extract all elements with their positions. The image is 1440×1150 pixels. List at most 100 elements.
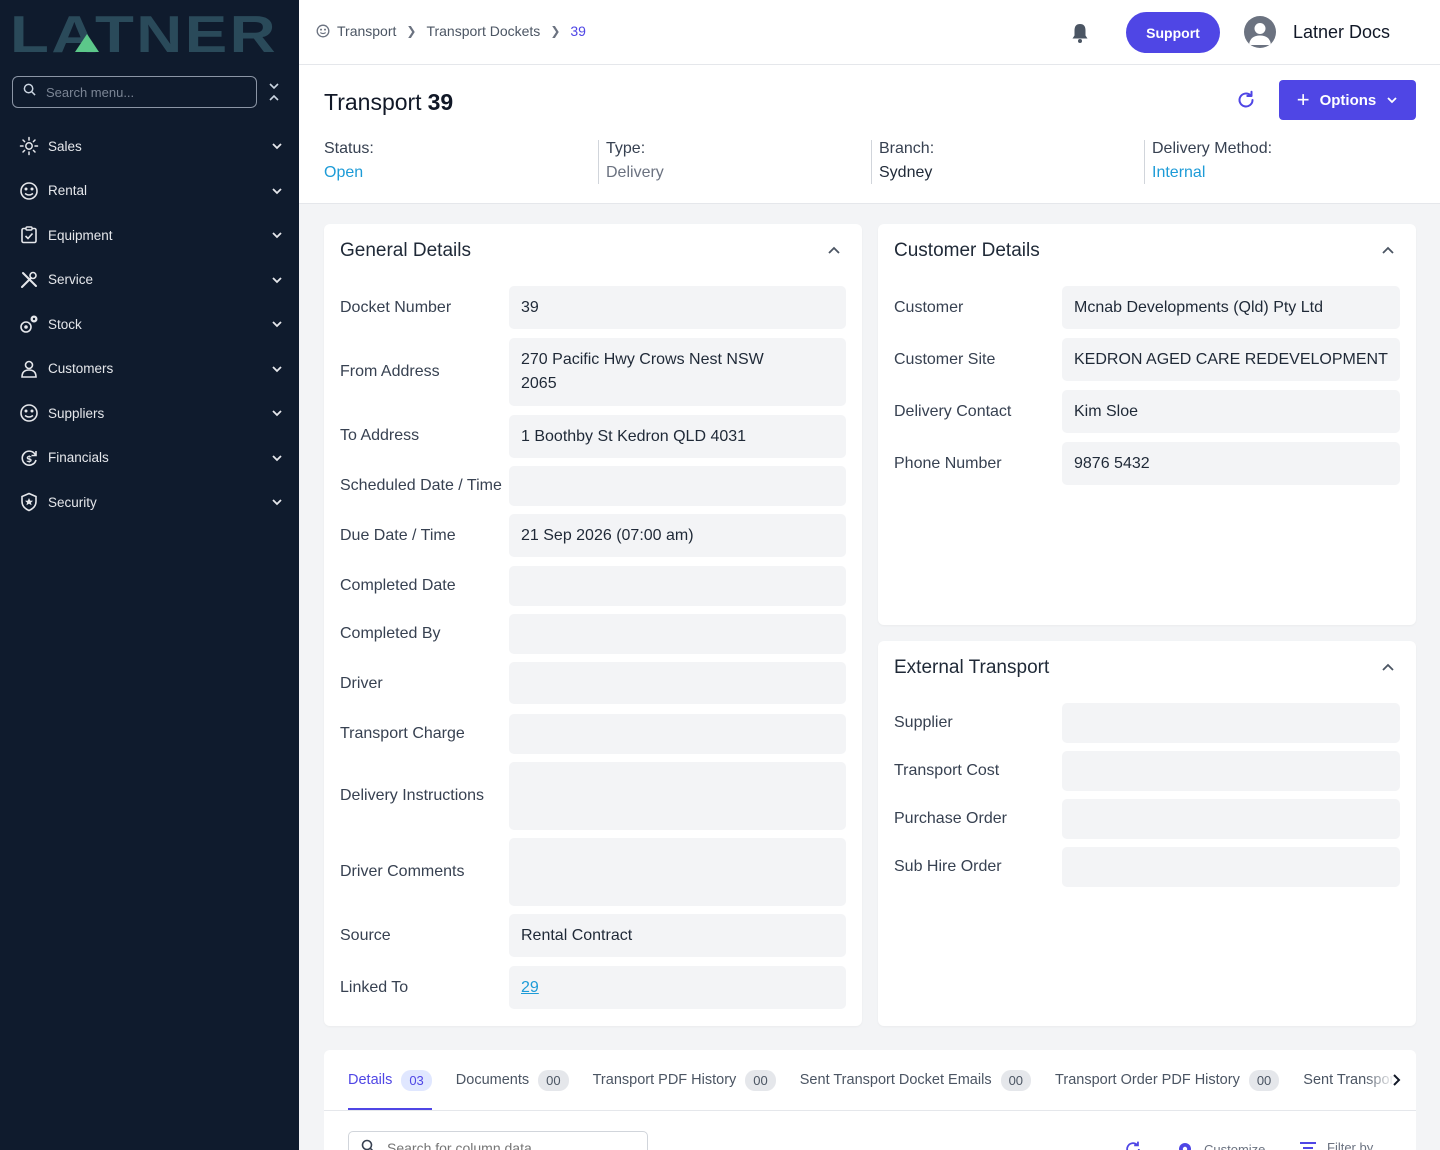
branch-value: Sydney [879,164,933,181]
driver-comments-field[interactable] [509,838,846,906]
chevron-up-icon[interactable] [1381,661,1395,673]
transport-cost-field[interactable] [1062,751,1400,791]
linked-to-link[interactable]: 29 [521,976,539,1000]
tab-label: Transport PDF History [592,1072,737,1088]
purchase-order-label: Purchase Order [894,810,1007,827]
from-address-field[interactable]: 270 Pacific Hwy Crows Nest NSW 2065 [509,338,846,406]
collapse-sidebar-icon[interactable] [268,82,284,102]
customize-button[interactable]: Customize [1176,1140,1265,1150]
tab-transport-pdf-history[interactable]: Transport PDF History 00 [593,1050,776,1110]
latner-logo[interactable]: LATNER [10,12,280,54]
sidebar-item-equipment[interactable]: Equipment [0,213,299,258]
search-icon [23,83,36,101]
filter-button[interactable]: Filter by [1299,1140,1373,1150]
tab-documents[interactable]: Documents 00 [456,1050,569,1110]
transport-charge-field[interactable] [509,714,846,754]
customers-icon [18,358,40,380]
phone-number-field[interactable]: 9876 5432 [1062,442,1400,485]
delivery-contact-field[interactable]: Kim Sloe [1062,390,1400,433]
source-field[interactable]: Rental Contract [509,914,846,957]
sub-hire-order-field[interactable] [1062,847,1400,887]
delivery-method-stat: Delivery Method: Internal [1144,140,1272,184]
type-label: Type: [606,140,646,157]
sidebar-item-rental[interactable]: Rental [0,169,299,214]
sidebar-item-label: Stock [48,316,82,332]
supplier-field[interactable] [1062,703,1400,743]
general-details-card: General Details Docket Number 39 From Ad… [324,224,862,1026]
general-details-title: General Details [340,240,471,261]
completed-date-label: Completed Date [340,577,456,594]
tab-sent-transport-docket-emails[interactable]: Sent Transport Docket Emails 00 [799,1050,1032,1110]
sidebar-item-security[interactable]: Security [0,480,299,525]
rental-icon [18,180,40,202]
column-search-input[interactable] [387,1140,637,1150]
customer-field[interactable]: Mcnab Developments (Qld) Pty Ltd [1062,286,1400,329]
scheduled-date-label: Scheduled Date / Time [340,477,502,494]
menu-search[interactable] [12,76,257,108]
from-address-label: From Address [340,363,440,380]
chevron-down-icon [272,499,282,506]
customer-details-title: Customer Details [894,240,1040,261]
menu-search-input[interactable] [46,84,236,100]
source-label: Source [340,927,391,944]
customer-label: Customer [894,299,964,316]
svg-text:LATNER: LATNER [10,12,278,54]
delivery-contact-label: Delivery Contact [894,403,1012,420]
tab-count-badge: 00 [745,1069,776,1091]
svg-text:$: $ [26,455,32,465]
phone-number-label: Phone Number [894,455,1002,472]
support-button[interactable]: Support [1126,12,1220,53]
driver-field[interactable] [509,662,846,704]
sidebar-item-label: Security [48,494,97,510]
tab-label: Transport Order PDF History [1055,1072,1240,1088]
scheduled-date-field[interactable] [509,466,846,506]
customer-site-field[interactable]: KEDRON AGED CARE REDEVELOPMENT [1062,338,1400,381]
tab-transport-order-pdf-history[interactable]: Transport Order PDF History 00 [1055,1050,1280,1110]
delivery-instructions-label: Delivery Instructions [340,787,485,804]
user-name[interactable]: Latner Docs [1293,22,1390,43]
notification-bell-icon[interactable] [1070,22,1092,46]
related-records-panel: Details 03 Documents 00 Transport PDF Hi… [324,1050,1416,1150]
driver-label: Driver [340,675,383,692]
chevron-up-icon[interactable] [1381,244,1395,256]
options-label: Options [1319,91,1377,109]
column-search[interactable] [348,1131,648,1150]
tab-details[interactable]: Details 03 [348,1050,432,1110]
sidebar-item-label: Financials [48,450,109,466]
tab-count-badge: 00 [1248,1069,1280,1091]
service-icon [18,269,40,291]
completed-by-field[interactable] [509,614,846,654]
due-date-label: Due Date / Time [340,527,456,544]
sidebar-item-sales[interactable]: Sales [0,124,299,169]
options-button[interactable]: + Options [1279,80,1416,120]
breadcrumb: Transport ❯ Transport Dockets ❯ 39 [316,23,586,39]
sidebar-item-service[interactable]: Service [0,258,299,303]
to-address-field[interactable]: 1 Boothby St Kedron QLD 4031 [509,415,846,458]
sidebar-item-financials[interactable]: $ Financials [0,436,299,481]
branch-label: Branch: [879,140,935,157]
chevron-up-icon[interactable] [827,244,841,256]
customer-details-card: Customer Details Customer Mcnab Developm… [878,224,1416,625]
delivery-instructions-field[interactable] [509,762,846,830]
breadcrumb-transport-dockets[interactable]: Transport Dockets [426,23,540,39]
purchase-order-field[interactable] [1062,799,1400,839]
sidebar-item-customers[interactable]: Customers [0,347,299,392]
sidebar-item-stock[interactable]: Stock [0,302,299,347]
customer-site-label: Customer Site [894,351,996,368]
avatar[interactable] [1244,16,1276,48]
sidebar-item-label: Customers [48,361,114,377]
sidebar-nav: Sales Rental Equipment Service Stock Cus… [0,124,299,525]
chevron-right-icon[interactable] [1390,1073,1402,1087]
external-transport-title: External Transport [894,657,1050,678]
refresh-icon[interactable] [1236,90,1258,112]
docket-number-field[interactable]: 39 [509,286,846,329]
equipment-icon [18,224,40,246]
breadcrumb-transport[interactable]: Transport [337,23,396,39]
sidebar-item-suppliers[interactable]: Suppliers [0,391,299,436]
due-date-field[interactable]: 21 Sep 2026 (07:00 am) [509,514,846,557]
tab-label: Sent Transport Docket Emails [799,1072,992,1088]
sidebar-item-label: Rental [48,183,88,199]
to-address-label: To Address [340,427,420,444]
completed-date-field[interactable] [509,566,846,606]
table-refresh-icon[interactable] [1124,1140,1152,1150]
